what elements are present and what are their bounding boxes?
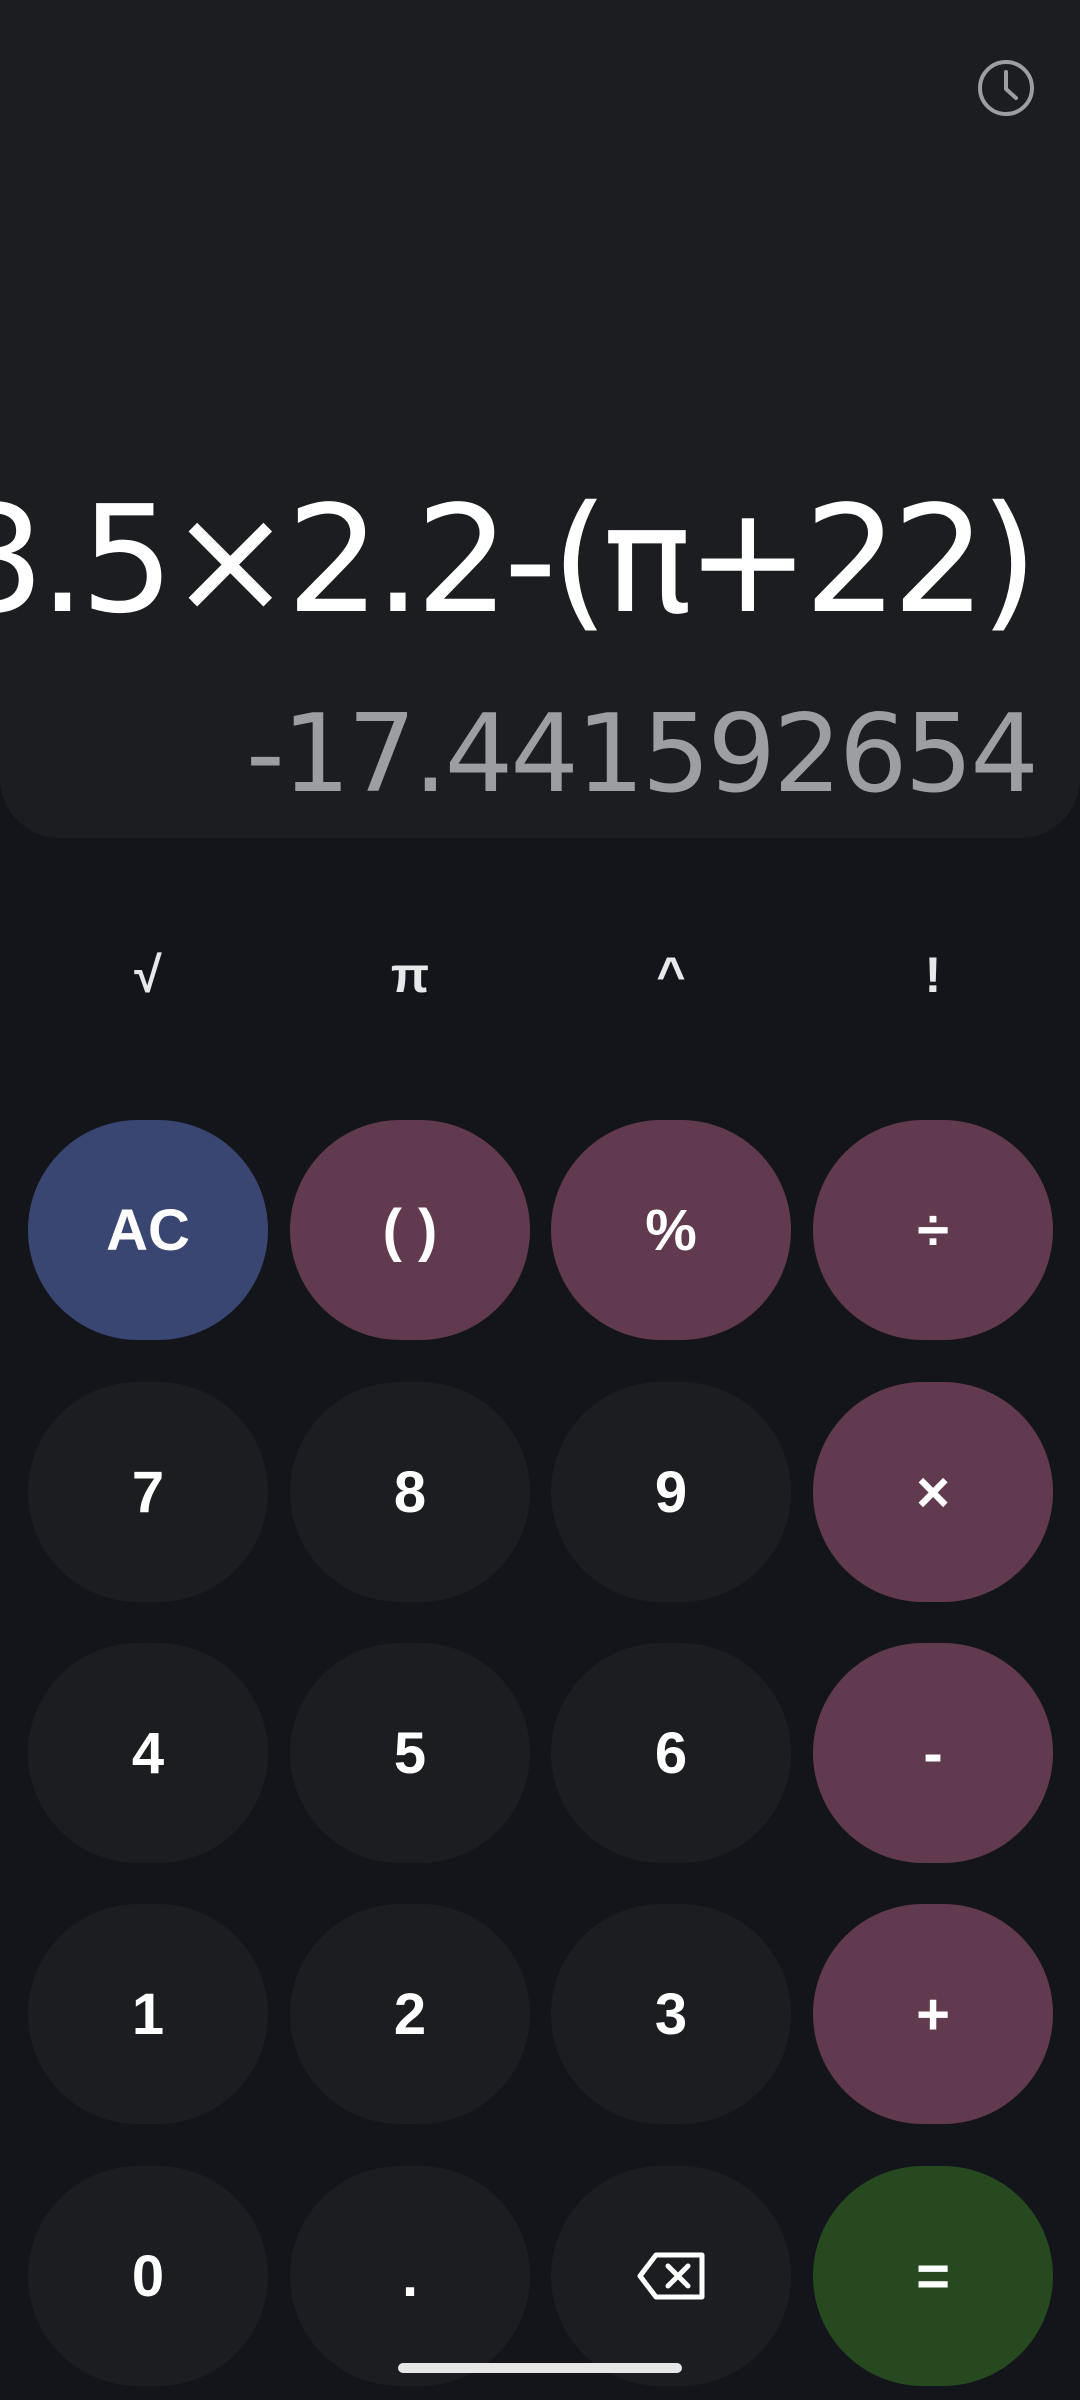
add-button[interactable]: + (813, 1904, 1053, 2124)
percent-button[interactable]: % (551, 1120, 791, 1340)
multiply-button[interactable]: × (813, 1382, 1053, 1602)
digit-7-button[interactable]: 7 (28, 1382, 268, 1602)
decimal-button[interactable]: . (290, 2166, 530, 2386)
expression-display[interactable]: 3.5×2.2-(π+22) (0, 470, 1038, 650)
result-preview: -17.441592654 (245, 692, 1039, 817)
power-button[interactable]: ^ (551, 910, 791, 1040)
digit-4-button[interactable]: 4 (28, 1643, 268, 1863)
display-panel: 3.5×2.2-(π+22) -17.441592654 (0, 0, 1080, 838)
digit-5-button[interactable]: 5 (290, 1643, 530, 1863)
home-indicator[interactable] (398, 2363, 682, 2373)
digit-0-button[interactable]: 0 (28, 2166, 268, 2386)
digit-8-button[interactable]: 8 (290, 1382, 530, 1602)
digit-3-button[interactable]: 3 (551, 1904, 791, 2124)
backspace-icon (637, 2252, 705, 2300)
divide-button[interactable]: ÷ (813, 1120, 1053, 1340)
history-clock-icon (978, 60, 1034, 116)
factorial-button[interactable]: ! (813, 910, 1053, 1040)
sqrt-button[interactable]: √ (28, 910, 268, 1040)
digit-1-button[interactable]: 1 (28, 1904, 268, 2124)
parentheses-button[interactable]: ( ) (290, 1120, 530, 1340)
digit-2-button[interactable]: 2 (290, 1904, 530, 2124)
equals-button[interactable]: = (813, 2166, 1053, 2386)
clear-button[interactable]: AC (28, 1120, 268, 1340)
digit-6-button[interactable]: 6 (551, 1643, 791, 1863)
scientific-row: √ π ^ ! (0, 910, 1080, 1040)
digit-9-button[interactable]: 9 (551, 1382, 791, 1602)
history-button[interactable] (968, 50, 1044, 126)
backspace-button[interactable] (551, 2166, 791, 2386)
subtract-button[interactable]: - (813, 1643, 1053, 1863)
pi-button[interactable]: π (290, 910, 530, 1040)
